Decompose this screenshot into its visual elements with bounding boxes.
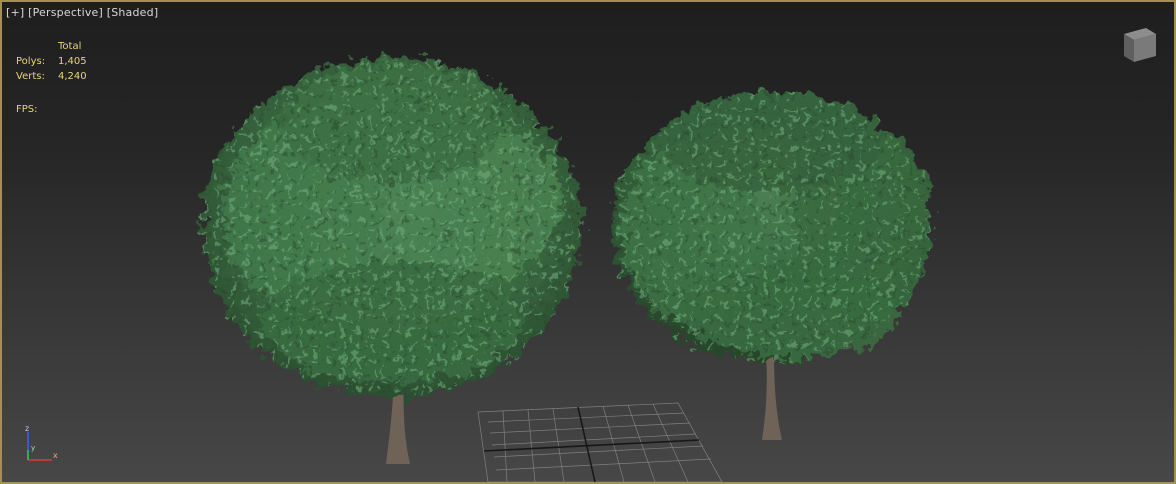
- statistics-overlay: Total Polys: 1,405 Verts: 4,240 FPS:: [16, 39, 87, 117]
- viewport-shading-menu[interactable]: [Shaded]: [107, 6, 159, 19]
- verts-label: Verts:: [16, 71, 45, 82]
- polys-value: 1,405: [58, 56, 87, 67]
- axis-y-label: y: [31, 444, 35, 452]
- viewport-point-of-view-menu[interactable]: [Perspective]: [28, 6, 103, 19]
- stats-polys-row: Polys: 1,405: [16, 54, 87, 69]
- tree-left-crown: [202, 57, 582, 397]
- tree-right-crown: [612, 92, 932, 362]
- viewport-general-menu[interactable]: [+]: [6, 6, 24, 19]
- fps-label: FPS:: [16, 104, 38, 115]
- perspective-viewport[interactable]: [+] [Perspective] [Shaded] Total Polys: …: [0, 0, 1176, 484]
- viewport-scene: [202, 57, 932, 482]
- stats-verts-row: Verts: 4,240: [16, 69, 87, 84]
- stats-header: Total: [58, 41, 82, 52]
- axis-x-label: x: [53, 451, 58, 460]
- axis-tripod-icon: z y x: [25, 424, 58, 461]
- home-grid: [477, 402, 723, 482]
- polys-label: Polys:: [16, 56, 46, 67]
- verts-value: 4,240: [58, 71, 87, 82]
- viewport-label-menu[interactable]: [+] [Perspective] [Shaded]: [6, 6, 158, 19]
- viewcube-icon[interactable]: [1120, 24, 1160, 64]
- axis-z-label: z: [25, 424, 29, 433]
